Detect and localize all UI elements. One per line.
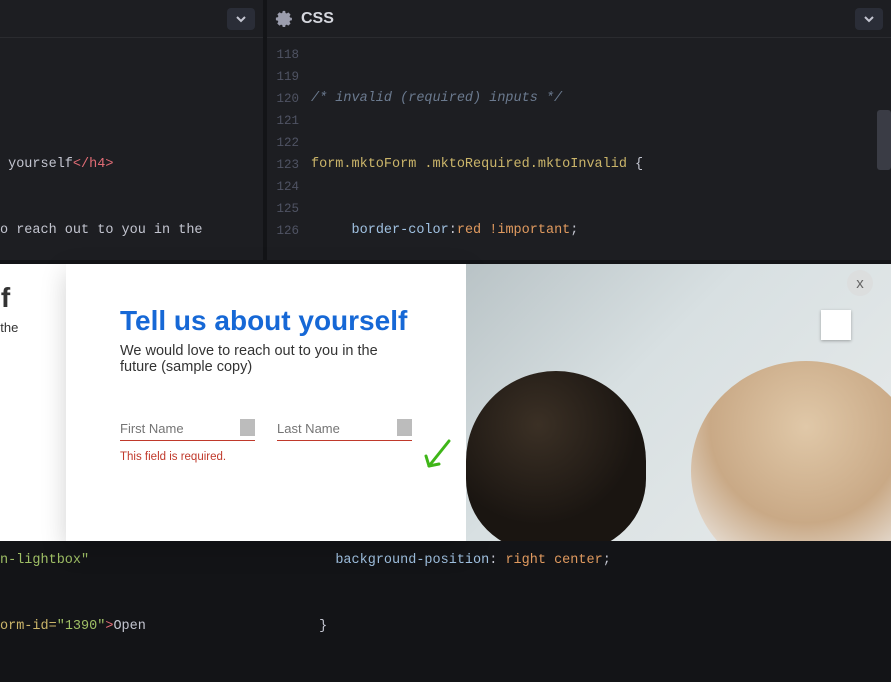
preview-pane: self you in the Tell us about yourself W… [0, 264, 891, 541]
code-prop: background-position [335, 553, 489, 568]
last-name-input[interactable] [277, 417, 412, 441]
code-brace: } [319, 619, 327, 634]
lightbox-hero-image: x [466, 264, 891, 541]
bg-sub-fragment: you in the [0, 320, 18, 335]
validation-error-message: This field is required. [120, 451, 412, 463]
bg-heading-fragment: self [0, 282, 18, 314]
code-prop: border-color [352, 223, 449, 238]
lightbox-close-button[interactable]: x [847, 270, 873, 296]
css-pane-header: CSS [267, 0, 891, 38]
code-tag: > [105, 619, 113, 634]
line-number: 124 [267, 176, 299, 198]
background-page-content: self you in the [0, 282, 18, 335]
first-name-input[interactable] [120, 417, 255, 441]
last-name-field-wrapper [277, 417, 412, 441]
gear-icon[interactable] [275, 10, 293, 28]
code-attr: orm-id= [0, 619, 57, 634]
form-subcopy: We would love to reach out to you in the… [120, 343, 412, 375]
code-val: red [457, 223, 481, 238]
required-indicator-icon [240, 419, 255, 434]
code-text: Open [113, 619, 145, 634]
code-selector: form.mktoForm .mktoRequired.mktoInvalid [311, 157, 627, 172]
line-number: 120 [267, 88, 299, 110]
code-val: !important [481, 223, 570, 238]
form-lightbox: Tell us about yourself We would love to … [66, 264, 466, 541]
code-semi: ; [570, 223, 578, 238]
line-number: 126 [267, 220, 299, 242]
html-editor-pane: yourself</h4> o reach out to you in the … [0, 0, 263, 260]
line-number: 125 [267, 198, 299, 220]
chevron-down-icon [863, 13, 875, 25]
css-collapse-button[interactable] [855, 8, 883, 30]
css-editor-pane: CSS 118 119 120 121 122 123 124 125 126 … [267, 0, 891, 260]
html-collapse-button[interactable] [227, 8, 255, 30]
code-tag: </h4> [73, 157, 114, 172]
code-comment: /* invalid (required) inputs */ [311, 91, 562, 106]
scrollbar-thumb[interactable] [877, 110, 891, 170]
image-placeholder-box [821, 310, 851, 340]
line-gutter: 118 119 120 121 122 123 124 125 126 [267, 44, 307, 242]
code-text: yourself [0, 157, 73, 172]
code-str: "1390" [57, 619, 106, 634]
code-semi: ; [603, 553, 611, 568]
first-name-field-wrapper [120, 417, 255, 441]
required-indicator-icon [397, 419, 412, 434]
code-text: o reach out to you in the [0, 223, 211, 238]
line-number: 123 [267, 154, 299, 176]
code-val: right center [497, 553, 602, 568]
line-number: 122 [267, 132, 299, 154]
code-brace: { [627, 157, 643, 172]
close-label: x [856, 275, 864, 292]
html-pane-header [0, 0, 263, 38]
line-number: 121 [267, 110, 299, 132]
chevron-down-icon [235, 13, 247, 25]
form-heading: Tell us about yourself [120, 306, 412, 335]
line-number: 119 [267, 66, 299, 88]
css-pane-title: CSS [301, 10, 334, 28]
annotation-arrow-icon [414, 436, 454, 476]
code-str: n-lightbox" [0, 553, 89, 568]
line-number: 118 [267, 44, 299, 66]
